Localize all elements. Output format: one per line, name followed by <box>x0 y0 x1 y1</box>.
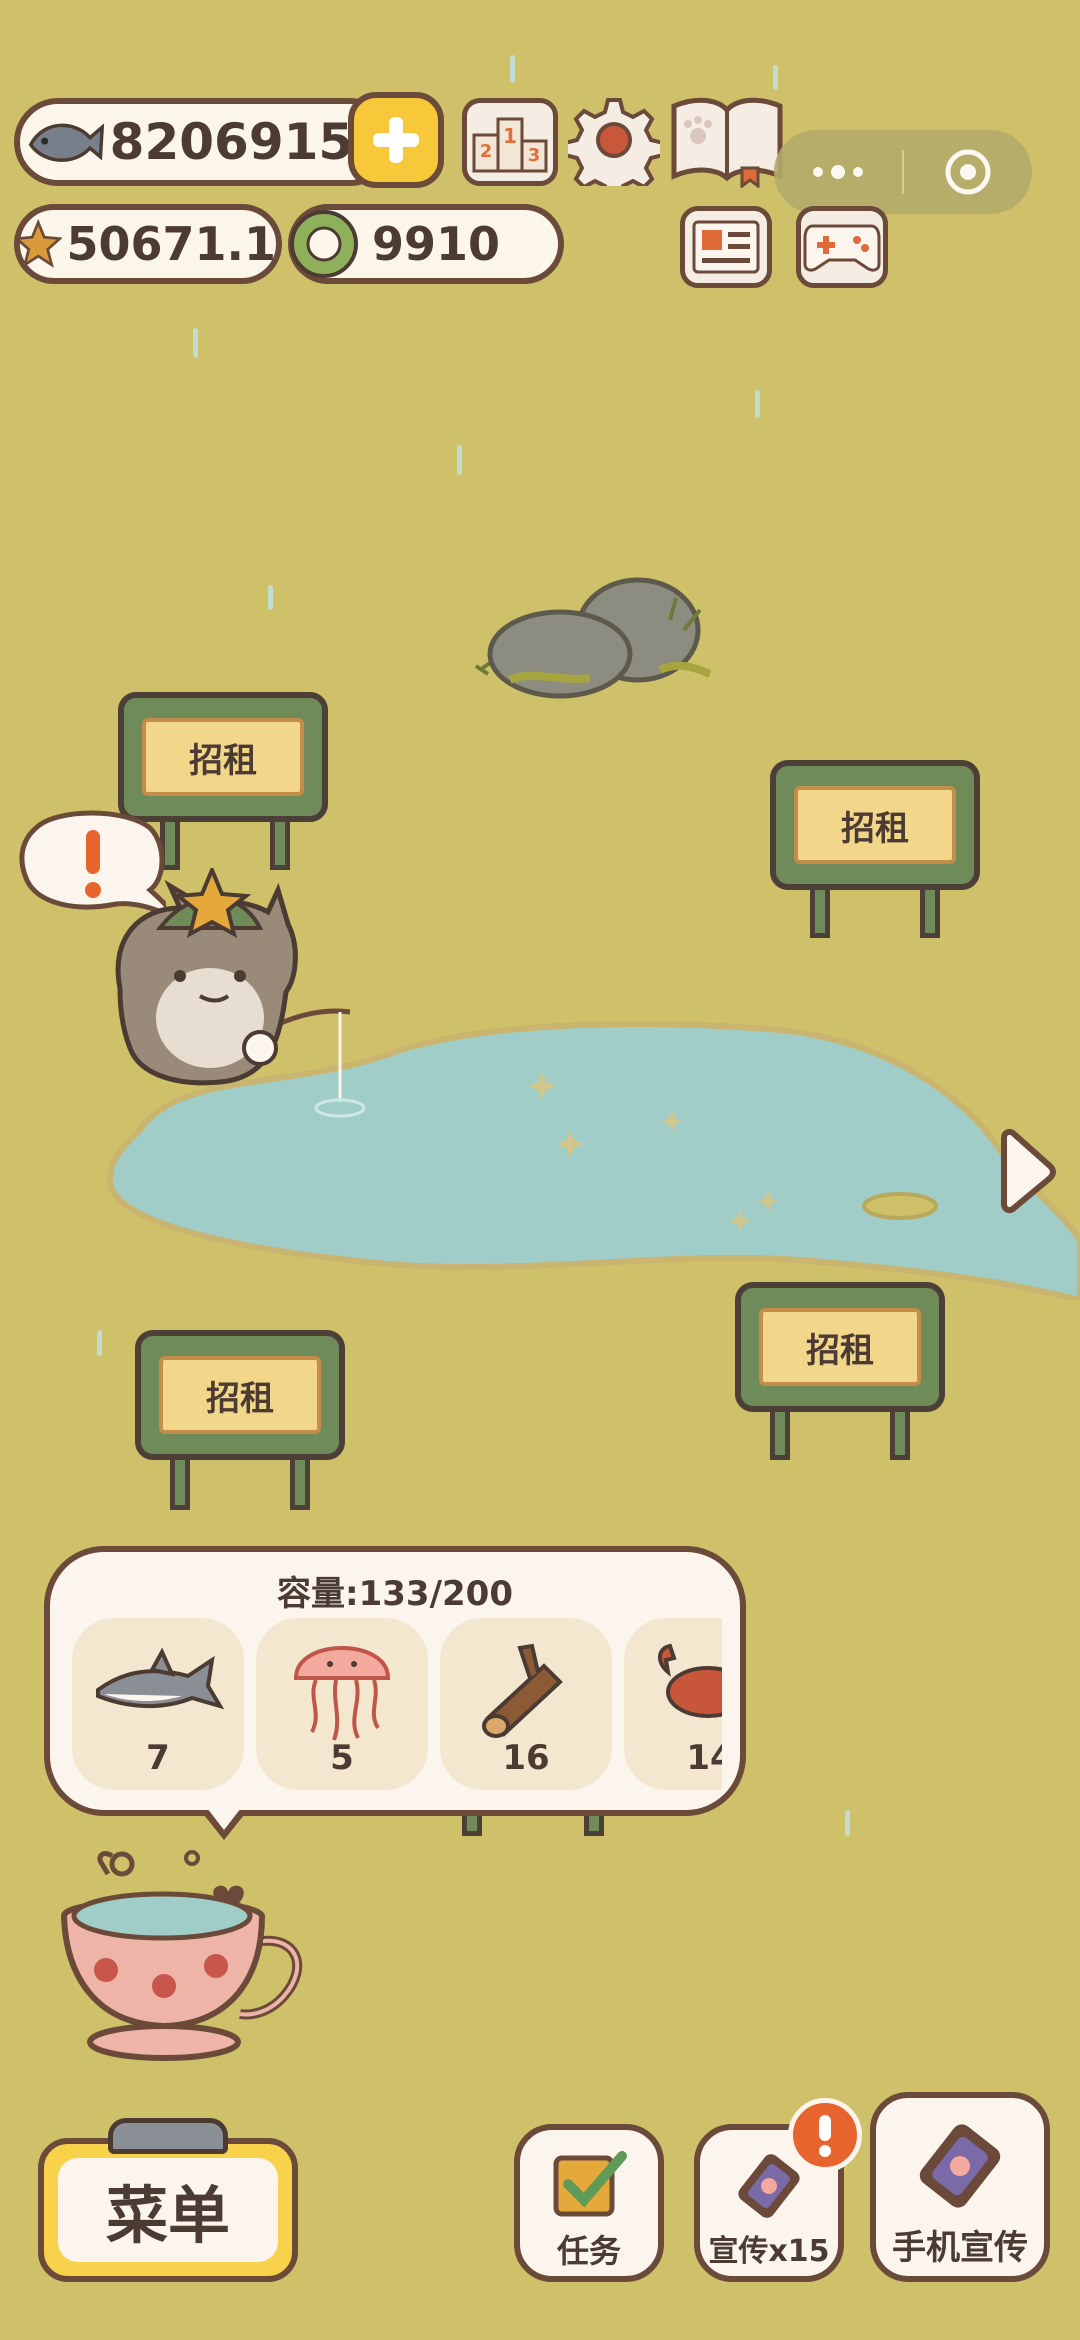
coin-amount: 9910 <box>372 217 501 271</box>
storage-popup: 容量:133/200 7 5 16 14 <box>44 1546 746 1840</box>
add-currency-button[interactable] <box>348 92 444 188</box>
gear-icon <box>563 98 665 200</box>
gamepad-icon <box>803 224 881 272</box>
more-options-button[interactable] <box>774 130 902 214</box>
right-arrow-icon <box>1001 1128 1056 1214</box>
star-currency-bar: 50671.1 <box>14 204 282 284</box>
phone-promote-button[interactable]: 手机宣传 <box>870 2092 1050 2282</box>
log-icon <box>482 1643 563 1738</box>
game-button[interactable] <box>796 206 888 288</box>
coin-currency-bar: 9910 <box>288 204 564 284</box>
crab-icon <box>658 1643 722 1718</box>
storage-item-crab[interactable]: 14 <box>624 1618 722 1790</box>
menu-clip-icon <box>108 2118 228 2154</box>
settings-button[interactable] <box>563 94 665 200</box>
storage-items-row: 7 5 16 14 <box>72 1618 722 1798</box>
more-dots-icon <box>813 165 863 179</box>
item-count: 7 <box>146 1738 170 1778</box>
storage-capacity: 容量:133/200 <box>277 1574 513 1614</box>
checklist-icon <box>553 2151 627 2217</box>
album-button[interactable] <box>668 92 786 189</box>
jellyfish-icon <box>293 1646 391 1741</box>
item-count: 5 <box>330 1738 354 1778</box>
for-rent-sign-1[interactable]: 招租 <box>118 692 328 822</box>
menu-inner: 菜单 <box>58 2158 278 2262</box>
menu-label: 菜单 <box>105 2179 230 2252</box>
teacup[interactable] <box>56 1846 316 2076</box>
starfish-icon <box>14 218 63 268</box>
for-rent-sign-4[interactable]: 招租 <box>735 1282 945 1412</box>
storage-item-shark[interactable]: 7 <box>72 1618 244 1790</box>
storage-item-log[interactable]: 16 <box>440 1618 612 1790</box>
promote-label: 宣传x15 <box>708 2234 830 2269</box>
storage-item-jellyfish[interactable]: 5 <box>256 1618 428 1790</box>
next-area-button[interactable] <box>996 1128 1058 1214</box>
shark-icon <box>96 1647 224 1710</box>
sign-label: 招租 <box>159 1356 321 1434</box>
podium-icon: 1 2 3 <box>472 117 548 173</box>
fish-icon <box>28 123 105 162</box>
tasks-label: 任务 <box>556 2232 621 2270</box>
tasks-button[interactable]: 任务 <box>514 2124 664 2282</box>
paw-book-icon <box>671 97 783 189</box>
newspaper-icon <box>692 220 760 274</box>
for-rent-sign-2[interactable]: 招租 <box>770 760 980 890</box>
sign-label: 招租 <box>142 718 304 796</box>
fish-amount: 82069153 <box>109 113 388 171</box>
svg-text:1: 1 <box>503 124 517 148</box>
promote-alert-badge <box>788 2098 862 2172</box>
svg-text:3: 3 <box>528 145 541 166</box>
rocks <box>474 577 712 699</box>
plus-icon <box>373 117 419 163</box>
coin-icon <box>290 210 358 278</box>
phone-ad-large-icon <box>919 2124 1001 2208</box>
popup-tail-inner <box>207 1808 241 1830</box>
menu-button[interactable]: 菜单 <box>38 2118 298 2282</box>
exclamation-icon <box>819 2115 831 2157</box>
for-rent-sign-3[interactable]: 招租 <box>135 1330 345 1460</box>
svg-text:2: 2 <box>480 141 493 162</box>
star-amount: 50671.1 <box>66 217 276 271</box>
news-button[interactable] <box>680 206 772 288</box>
item-count: 14 <box>686 1738 722 1778</box>
fish-currency-bar: 82069153 <box>14 98 394 186</box>
sign-label: 招租 <box>794 786 956 864</box>
phone-promote-label: 手机宣传 <box>892 2228 1028 2268</box>
close-program-button[interactable] <box>904 130 1032 214</box>
leaderboard-button[interactable]: 1 2 3 <box>462 98 558 186</box>
fishing-cat[interactable] <box>100 868 380 1118</box>
target-circle-icon <box>945 149 991 195</box>
mini-program-capsule <box>774 130 1032 214</box>
sign-label: 招租 <box>759 1308 921 1386</box>
item-count: 16 <box>502 1738 550 1778</box>
